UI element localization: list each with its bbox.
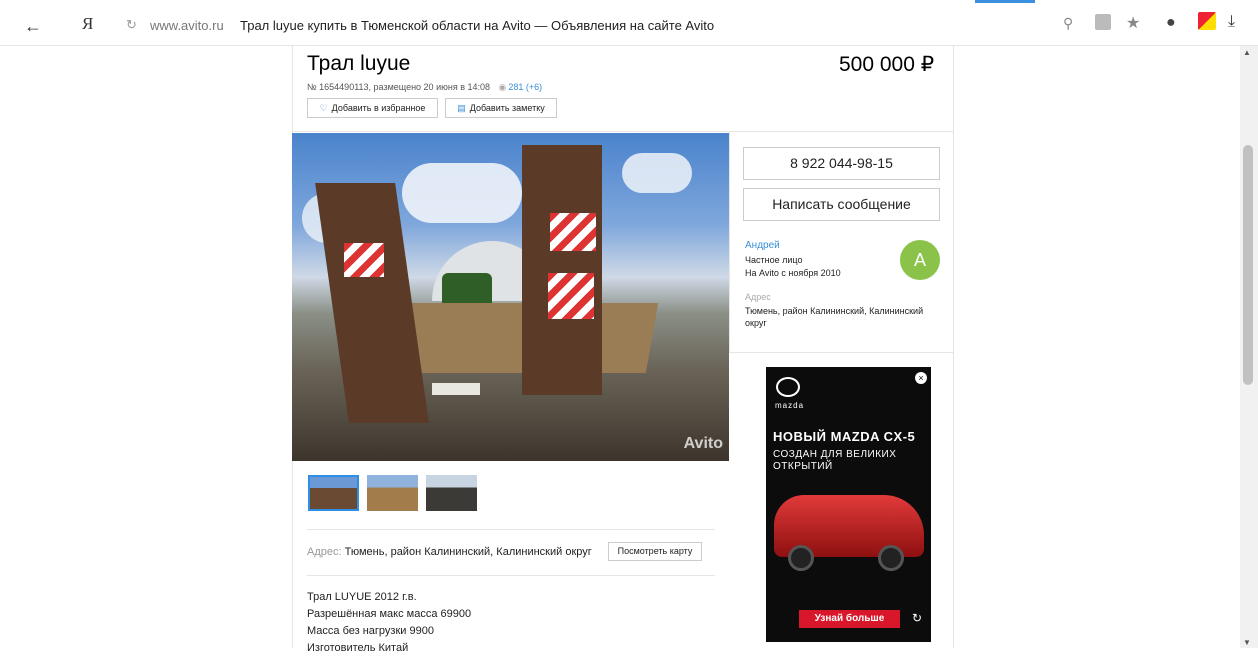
ad-car-wheel xyxy=(788,545,814,571)
photo-warning-stripe xyxy=(548,273,594,319)
loading-indicator xyxy=(975,0,1035,3)
ad-title: НОВЫЙ MAZDA CX-5 xyxy=(773,429,916,444)
download-icon[interactable]: ⤓ xyxy=(1228,13,1235,31)
replay-icon[interactable]: ↻ xyxy=(912,611,922,625)
ghostery-icon[interactable]: ● xyxy=(1166,14,1176,32)
views-counter[interactable]: ◉ 281 (+6) xyxy=(499,82,543,92)
extension-icon[interactable] xyxy=(1095,14,1111,30)
seller-since: На Avito с ноября 2010 xyxy=(745,268,841,278)
description-line: Разрешённая макс масса 69900 xyxy=(307,608,472,620)
close-icon[interactable]: × xyxy=(915,372,927,384)
address-value: Тюмень, район Калининский, Калининский о… xyxy=(344,546,592,558)
note-icon: ▤ xyxy=(457,103,466,113)
scroll-up-icon[interactable]: ▲ xyxy=(1243,48,1251,57)
star-icon[interactable]: ★ xyxy=(1126,13,1140,33)
photo-warning-stripe xyxy=(550,213,596,251)
mazda-logo-icon xyxy=(776,377,800,397)
divider xyxy=(307,529,715,530)
photo-ramp-left xyxy=(315,183,429,423)
photo-thumbnail-1[interactable] xyxy=(308,475,359,511)
yandex-logo-icon[interactable]: Я xyxy=(82,14,93,34)
ad-car-wheel xyxy=(878,545,904,571)
addon-flag-icon[interactable] xyxy=(1198,12,1216,30)
add-note-button[interactable]: ▤ Добавить заметку xyxy=(445,98,557,118)
address-label: Адрес: xyxy=(307,546,342,558)
photo-license-plate xyxy=(432,383,480,395)
seller-name-link[interactable]: Андрей xyxy=(745,240,780,251)
scrollbar-thumb[interactable] xyxy=(1243,145,1253,385)
description-line: Изготовитель Китай xyxy=(307,642,409,654)
address-bar-title[interactable]: Трал luyue купить в Тюменской области на… xyxy=(240,18,714,33)
back-arrow-icon[interactable]: ← xyxy=(24,16,42,37)
ad-cta-button[interactable]: Узнай больше xyxy=(799,610,900,628)
description-line: Масса без нагрузки 9900 xyxy=(307,625,434,637)
seller-address: Тюмень, район Калининский, Калининский о… xyxy=(745,306,924,328)
listing-id-date: № 1654490113, размещено 20 июня в 14:08 xyxy=(307,82,490,92)
add-note-label: Добавить заметку xyxy=(469,103,545,113)
photo-cloud xyxy=(622,153,692,193)
ad-subtitle: СОЗДАН ДЛЯ ВЕЛИКИХ ОТКРЫТИЙ xyxy=(773,449,897,472)
ad-brand: mazda xyxy=(775,401,805,410)
photo-warning-stripe xyxy=(344,243,384,277)
add-to-favorites-button[interactable]: ♡ Добавить в избранное xyxy=(307,98,438,118)
reload-icon[interactable]: ↻ xyxy=(126,17,137,33)
mazda-ad-banner[interactable]: × mazda НОВЫЙ MAZDA CX-5 СОЗДАН ДЛЯ ВЕЛИ… xyxy=(766,367,931,642)
seller-type: Частное лицо xyxy=(745,255,803,265)
add-to-favorites-label: Добавить в избранное xyxy=(331,103,426,113)
photo-ramp-right xyxy=(522,145,602,395)
eye-icon: ◉ xyxy=(498,82,507,92)
listing-price: 500 000 ₽ xyxy=(839,53,935,76)
view-map-button[interactable]: Посмотреть карту xyxy=(608,542,702,561)
seller-address-label: Адрес xyxy=(745,292,771,302)
listing-meta: № 1654490113, размещено 20 июня в 14:08 … xyxy=(307,82,542,93)
divider xyxy=(307,575,715,576)
search-icon[interactable]: ⚲ xyxy=(1063,15,1073,32)
views-count: 281 (+6) xyxy=(508,82,543,92)
browser-toolbar: ← Я ↻ www.avito.ru Трал luyue купить в Т… xyxy=(0,0,1258,46)
scroll-down-icon[interactable]: ▼ xyxy=(1243,638,1251,647)
photo-cloud xyxy=(402,163,522,223)
show-phone-button[interactable]: 8 922 044-98-15 xyxy=(743,147,940,180)
avatar[interactable]: А xyxy=(900,240,940,280)
description-line: Трал LUYUE 2012 г.в. xyxy=(307,591,417,603)
main-photo[interactable]: Avito xyxy=(292,133,729,461)
photo-watermark: Avito xyxy=(683,435,723,452)
heart-icon: ♡ xyxy=(319,103,328,113)
url-domain[interactable]: www.avito.ru xyxy=(150,18,224,33)
listing-address: Адрес: Тюмень, район Калининский, Калини… xyxy=(307,546,592,558)
listing-description: Трал LUYUE 2012 г.в. Разрешённая макс ма… xyxy=(307,589,471,657)
write-message-button[interactable]: Написать сообщение xyxy=(743,188,940,221)
photo-thumbnail-2[interactable] xyxy=(367,475,418,511)
listing-title: Трал luyue xyxy=(307,52,411,75)
photo-thumbnail-3[interactable] xyxy=(426,475,477,511)
